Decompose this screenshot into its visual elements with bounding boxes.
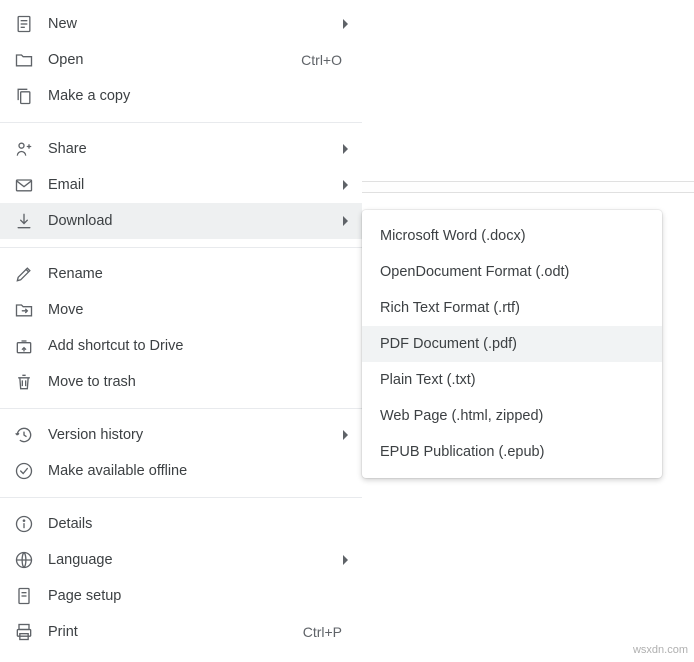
download-option-txt[interactable]: Plain Text (.txt) [362,362,662,398]
email-icon [14,175,34,195]
menu-label-add-shortcut: Add shortcut to Drive [48,338,348,354]
menu-item-open[interactable]: OpenCtrl+O [0,42,362,78]
menu-label-language: Language [48,552,339,568]
menu-item-version-history[interactable]: Version history [0,417,362,453]
download-option-label-rtf: Rich Text Format (.rtf) [380,300,520,316]
download-option-epub[interactable]: EPUB Publication (.epub) [362,434,662,470]
menu-item-print[interactable]: PrintCtrl+P [0,614,362,650]
move-icon [14,300,34,320]
menu-item-page-setup[interactable]: Page setup [0,578,362,614]
watermark: wsxdn.com [633,644,688,656]
shortcut-icon [14,336,34,356]
share-icon [14,139,34,159]
print-icon [14,622,34,642]
menu-item-available-offline[interactable]: Make available offline [0,453,362,489]
chevron-right-icon [343,216,348,226]
download-option-pdf[interactable]: PDF Document (.pdf) [362,326,662,362]
menu-item-move[interactable]: Move [0,292,362,328]
folder-icon [14,50,34,70]
download-option-label-txt: Plain Text (.txt) [380,372,476,388]
offline-icon [14,461,34,481]
menu-label-new: New [48,16,339,32]
menu-item-rename[interactable]: Rename [0,256,362,292]
menu-item-add-shortcut[interactable]: Add shortcut to Drive [0,328,362,364]
language-icon [14,550,34,570]
download-option-label-docx: Microsoft Word (.docx) [380,228,526,244]
chevron-right-icon [343,19,348,29]
history-icon [14,425,34,445]
download-option-odt[interactable]: OpenDocument Format (.odt) [362,254,662,290]
download-icon [14,211,34,231]
menu-item-move-to-trash[interactable]: Move to trash [0,364,362,400]
menu-label-available-offline: Make available offline [48,463,348,479]
menu-label-email: Email [48,177,339,193]
download-submenu: Microsoft Word (.docx) OpenDocument Forma… [362,210,662,478]
menu-item-share[interactable]: Share [0,131,362,167]
menu-label-make-a-copy: Make a copy [48,88,348,104]
download-option-label-epub: EPUB Publication (.epub) [380,444,544,460]
menu-label-version-history: Version history [48,427,339,443]
menu-label-download: Download [48,213,339,229]
doc-icon [14,14,34,34]
menu-label-move: Move [48,302,348,318]
download-option-label-pdf: PDF Document (.pdf) [380,336,517,352]
menu-label-rename: Rename [48,266,348,282]
download-option-label-html: Web Page (.html, zipped) [380,408,543,424]
menu-divider [0,408,362,409]
chevron-right-icon [343,430,348,440]
download-option-docx[interactable]: Microsoft Word (.docx) [362,218,662,254]
trash-icon [14,372,34,392]
background-toolbar-line [362,181,694,193]
menu-divider [0,497,362,498]
rename-icon [14,264,34,284]
menu-label-open: Open [48,52,301,68]
info-icon [14,514,34,534]
download-option-label-odt: OpenDocument Format (.odt) [380,264,569,280]
chevron-right-icon [343,180,348,190]
menu-item-new[interactable]: New [0,6,362,42]
download-option-rtf[interactable]: Rich Text Format (.rtf) [362,290,662,326]
menu-item-details[interactable]: Details [0,506,362,542]
menu-item-language[interactable]: Language [0,542,362,578]
menu-item-download[interactable]: Download [0,203,362,239]
page-setup-icon [14,586,34,606]
menu-shortcut-open: Ctrl+O [301,52,342,68]
menu-label-page-setup: Page setup [48,588,348,604]
copy-icon [14,86,34,106]
download-option-html[interactable]: Web Page (.html, zipped) [362,398,662,434]
menu-divider [0,247,362,248]
menu-label-details: Details [48,516,348,532]
menu-label-move-to-trash: Move to trash [48,374,348,390]
file-menu: New OpenCtrl+O Make a copy Share Email Downlo… [0,0,362,656]
chevron-right-icon [343,555,348,565]
menu-label-print: Print [48,624,303,640]
menu-item-make-a-copy[interactable]: Make a copy [0,78,362,114]
menu-label-share: Share [48,141,339,157]
menu-item-email[interactable]: Email [0,167,362,203]
menu-divider [0,122,362,123]
chevron-right-icon [343,144,348,154]
menu-shortcut-print: Ctrl+P [303,624,342,640]
